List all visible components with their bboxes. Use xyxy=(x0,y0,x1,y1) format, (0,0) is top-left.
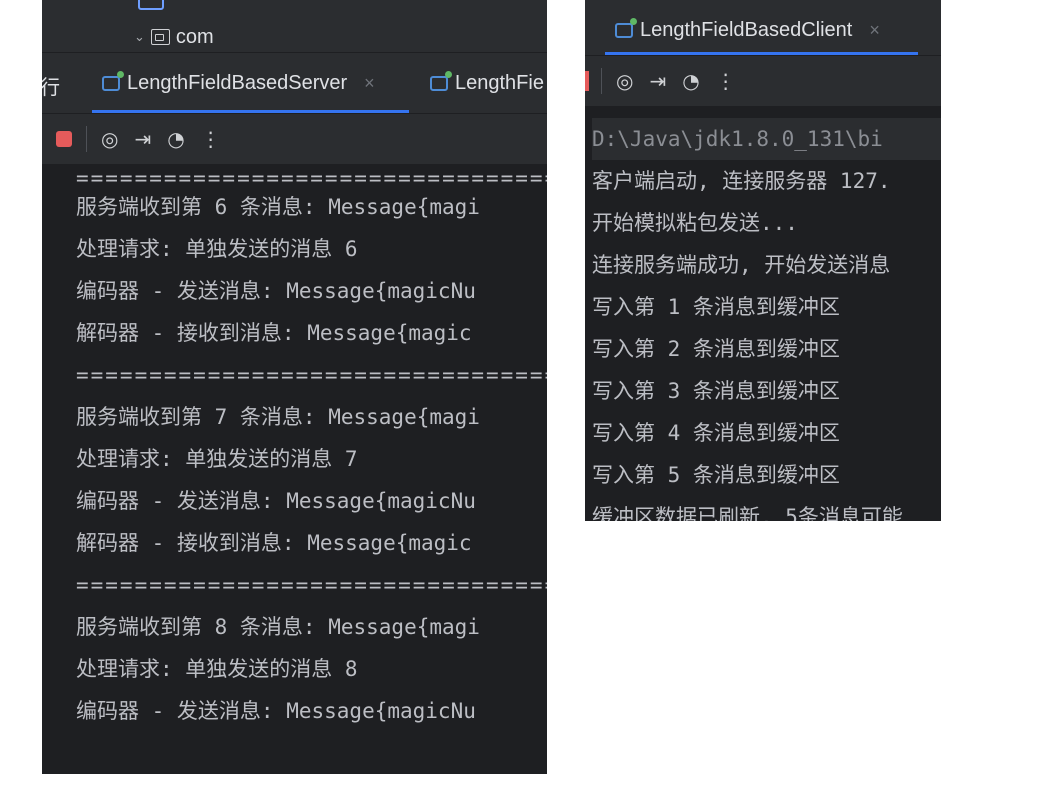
active-tab-indicator xyxy=(605,52,918,55)
console-line: 服务端收到第 7 条消息: Message{magi xyxy=(76,405,480,429)
console-line: ===================================== xyxy=(76,363,547,387)
close-icon[interactable]: × xyxy=(364,73,375,94)
close-icon[interactable]: × xyxy=(869,20,880,41)
console-output[interactable]: ===================================== 服务… xyxy=(76,166,547,732)
run-toolbar: ◎ ⇥ ◔ ⋮ xyxy=(585,56,941,106)
run-config-icon xyxy=(430,70,452,91)
tree-item-label: com xyxy=(175,25,214,48)
package-icon xyxy=(138,0,164,10)
toolbar-divider xyxy=(601,68,602,94)
console-line: 客户端启动, 连接服务器 127. xyxy=(592,169,891,193)
run-config-icon xyxy=(102,70,124,91)
console-line: ===================================== xyxy=(76,573,547,597)
toolbar-divider xyxy=(86,126,87,152)
stop-icon[interactable] xyxy=(585,71,589,91)
tab-label: LengthFieldBasedClient xyxy=(640,18,853,41)
console-line: 缓冲区数据已刷新, 5条消息可能 xyxy=(592,505,903,521)
server-run-panel: ⌄ com 行 LengthFieldBasedServer × LengthF… xyxy=(42,0,547,774)
tab-label: LengthFie xyxy=(455,71,544,94)
chevron-down-icon[interactable]: ⌄ xyxy=(134,29,145,45)
console-line: 处理请求: 单独发送的消息 7 xyxy=(76,447,358,471)
tab-length-field-based-client[interactable]: LengthFieldBasedClient × xyxy=(615,17,880,43)
console-line: 开始模拟粘包发送... xyxy=(592,211,798,235)
run-toolbar: ◎ ⇥ ◔ ⋮ xyxy=(42,114,547,164)
console-line: 解码器 - 接收到消息: Message{magic xyxy=(76,531,472,555)
gauge-icon[interactable]: ◔ xyxy=(682,69,699,93)
more-icon[interactable]: ⋮ xyxy=(201,127,221,151)
run-tabs: 行 LengthFieldBasedServer × LengthFie xyxy=(42,53,547,114)
console-line: 写入第 4 条消息到缓冲区 xyxy=(592,421,840,445)
console-line: 处理请求: 单独发送的消息 8 xyxy=(76,657,358,681)
package-folder-icon xyxy=(150,29,170,45)
camera-icon[interactable]: ◎ xyxy=(616,69,633,93)
console-line: 写入第 5 条消息到缓冲区 xyxy=(592,463,840,487)
console-line: 解码器 - 接收到消息: Message{magic xyxy=(76,321,472,345)
gauge-icon[interactable]: ◔ xyxy=(167,127,184,151)
console-line: 写入第 3 条消息到缓冲区 xyxy=(592,379,840,403)
console-line: 编码器 - 发送消息: Message{magicNu xyxy=(76,699,476,723)
console-line: 编码器 - 发送消息: Message{magicNu xyxy=(76,279,476,303)
tab-length-field-based-client[interactable]: LengthFie xyxy=(430,70,544,96)
run-config-icon xyxy=(615,17,637,38)
console-output[interactable]: D:\Java\jdk1.8.0_131\bi 客户端启动, 连接服务器 127… xyxy=(592,118,941,521)
client-run-panel: LengthFieldBasedClient × ◎ ⇥ ◔ ⋮ D:\Java… xyxy=(585,0,941,521)
exit-icon[interactable]: ⇥ xyxy=(134,127,151,151)
active-tab-indicator xyxy=(92,110,409,113)
console-line: 服务端收到第 8 条消息: Message{magi xyxy=(76,615,480,639)
more-icon[interactable]: ⋮ xyxy=(716,69,736,93)
tab-label: LengthFieldBasedServer xyxy=(127,71,348,94)
console-line: 写入第 2 条消息到缓冲区 xyxy=(592,337,840,361)
console-line: 服务端收到第 6 条消息: Message{magi xyxy=(76,195,480,219)
run-tabs: LengthFieldBasedClient × xyxy=(585,0,941,56)
project-tree: ⌄ com xyxy=(42,0,547,52)
stop-icon[interactable] xyxy=(56,131,72,147)
console-line: 连接服务端成功, 开始发送消息 xyxy=(592,253,891,277)
console-line: D:\Java\jdk1.8.0_131\bi xyxy=(592,118,941,160)
console-line: ===================================== xyxy=(76,166,547,190)
exit-icon[interactable]: ⇥ xyxy=(649,69,666,93)
console-line: 写入第 1 条消息到缓冲区 xyxy=(592,295,840,319)
console-line: 处理请求: 单独发送的消息 6 xyxy=(76,237,358,261)
camera-icon[interactable]: ◎ xyxy=(101,127,118,151)
console-line: 编码器 - 发送消息: Message{magicNu xyxy=(76,489,476,513)
tab-length-field-based-server[interactable]: LengthFieldBasedServer × xyxy=(102,70,375,96)
tree-item-com[interactable]: ⌄ com xyxy=(134,25,214,49)
run-tab-label-truncated: 行 xyxy=(42,75,60,99)
